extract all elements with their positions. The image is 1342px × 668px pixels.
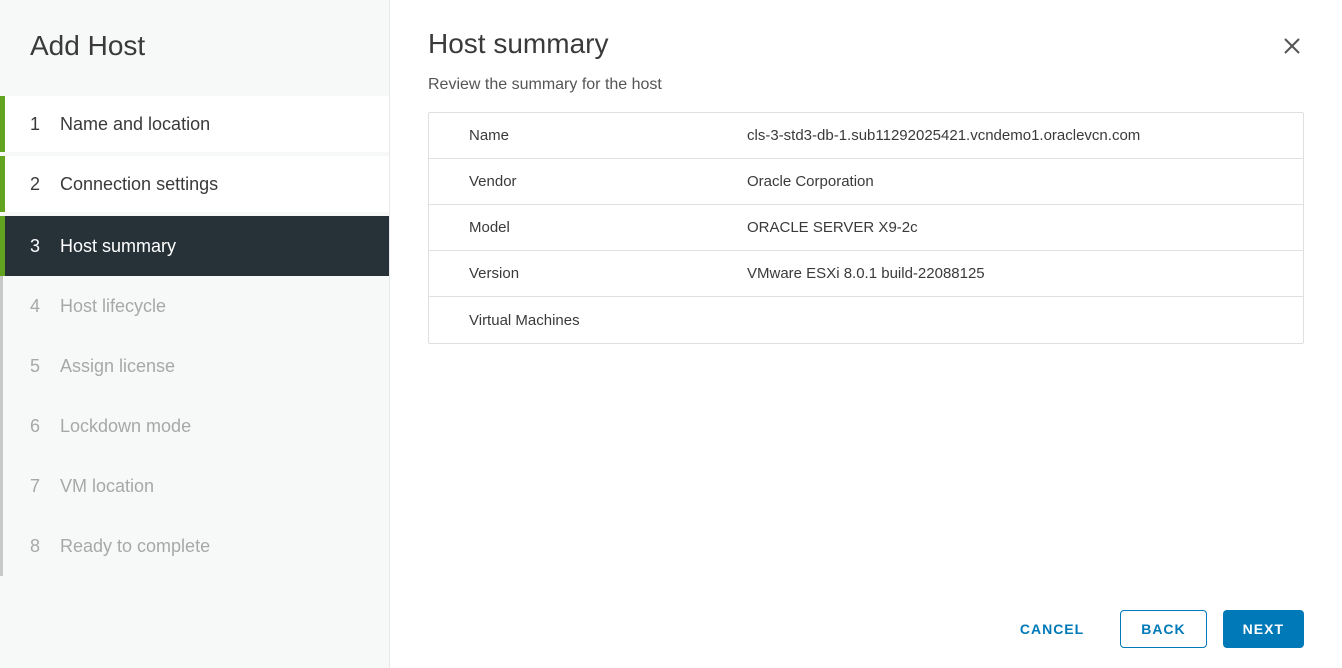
step-number: 5 <box>30 356 60 377</box>
step-ready-to-complete[interactable]: 8 Ready to complete <box>0 516 389 576</box>
wizard-footer: CANCEL BACK NEXT <box>428 590 1304 648</box>
summary-label: Version <box>429 253 739 294</box>
summary-value: Oracle Corporation <box>739 161 1303 202</box>
main-header: Host summary <box>428 28 1304 76</box>
summary-row-name: Name cls-3-std3-db-1.sub11292025421.vcnd… <box>429 113 1303 159</box>
step-label: Host summary <box>60 236 176 257</box>
step-number: 1 <box>30 114 60 135</box>
next-button[interactable]: NEXT <box>1223 610 1304 648</box>
wizard-sidebar: Add Host 1 Name and location 2 Connectio… <box>0 0 390 668</box>
summary-label: Model <box>429 207 739 248</box>
step-label: VM location <box>60 476 154 497</box>
summary-label: Virtual Machines <box>429 300 739 341</box>
step-vm-location[interactable]: 7 VM location <box>0 456 389 516</box>
page-title: Host summary <box>428 28 608 60</box>
step-label: Ready to complete <box>60 536 210 557</box>
step-number: 8 <box>30 536 60 557</box>
summary-value: ORACLE SERVER X9-2c <box>739 207 1303 248</box>
step-number: 4 <box>30 296 60 317</box>
step-number: 3 <box>30 236 60 257</box>
summary-row-version: Version VMware ESXi 8.0.1 build-22088125 <box>429 251 1303 297</box>
wizard-step-list: 1 Name and location 2 Connection setting… <box>0 96 389 576</box>
step-connection-settings[interactable]: 2 Connection settings <box>0 156 389 216</box>
step-host-summary[interactable]: 3 Host summary <box>0 216 389 276</box>
step-number: 2 <box>30 174 60 195</box>
close-icon <box>1283 37 1301 55</box>
step-assign-license[interactable]: 5 Assign license <box>0 336 389 396</box>
summary-row-virtual-machines: Virtual Machines <box>429 297 1303 343</box>
close-button[interactable] <box>1280 34 1304 58</box>
step-label: Lockdown mode <box>60 416 191 437</box>
step-number: 7 <box>30 476 60 497</box>
summary-label: Name <box>429 115 739 156</box>
cancel-button[interactable]: CANCEL <box>1000 610 1104 648</box>
step-label: Name and location <box>60 114 210 135</box>
summary-row-model: Model ORACLE SERVER X9-2c <box>429 205 1303 251</box>
step-label: Assign license <box>60 356 175 377</box>
back-button[interactable]: BACK <box>1120 610 1206 648</box>
step-host-lifecycle[interactable]: 4 Host lifecycle <box>0 276 389 336</box>
summary-value <box>739 308 1303 332</box>
host-summary-table: Name cls-3-std3-db-1.sub11292025421.vcnd… <box>428 112 1304 344</box>
summary-value: VMware ESXi 8.0.1 build-22088125 <box>739 253 1303 294</box>
step-name-and-location[interactable]: 1 Name and location <box>0 96 389 156</box>
wizard-main: Host summary Review the summary for the … <box>390 0 1342 668</box>
summary-row-vendor: Vendor Oracle Corporation <box>429 159 1303 205</box>
summary-value: cls-3-std3-db-1.sub11292025421.vcndemo1.… <box>739 115 1303 156</box>
step-lockdown-mode[interactable]: 6 Lockdown mode <box>0 396 389 456</box>
add-host-wizard: Add Host 1 Name and location 2 Connectio… <box>0 0 1342 668</box>
page-subtitle: Review the summary for the host <box>428 76 1304 94</box>
wizard-title: Add Host <box>0 22 389 96</box>
step-label: Connection settings <box>60 174 218 195</box>
step-label: Host lifecycle <box>60 296 166 317</box>
summary-label: Vendor <box>429 161 739 202</box>
step-number: 6 <box>30 416 60 437</box>
